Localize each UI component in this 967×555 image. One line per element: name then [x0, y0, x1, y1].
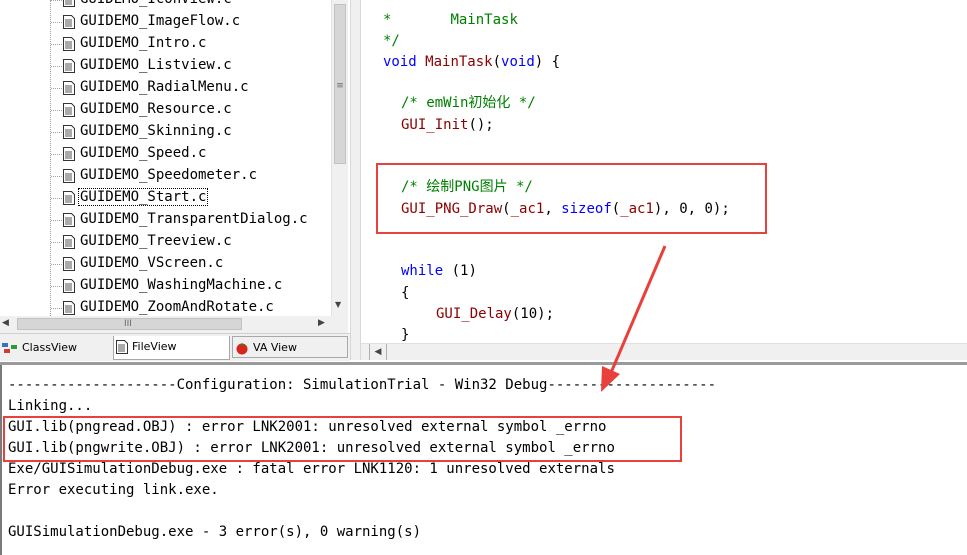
c-file-icon: [63, 301, 75, 315]
file-name: GUIDEMO_WashingMachine.c: [80, 277, 283, 293]
code-line: GUI_Delay(10);: [436, 306, 555, 322]
file-name: GUIDEMO_Resource.c: [80, 101, 232, 117]
code-line: */: [383, 33, 400, 49]
code-line: while (1): [401, 263, 477, 279]
code-line: * MainTask: [383, 12, 518, 28]
output-line: Linking...: [8, 398, 93, 414]
scroll-left-arrow-icon[interactable]: ◀: [2, 318, 9, 328]
output-summary-line: GUISimulationDebug.exe - 3 error(s), 0 w…: [8, 524, 422, 540]
output-line: Exe/GUISimulationDebug.exe : fatal error…: [8, 461, 615, 477]
fileview-icon: [116, 340, 128, 354]
workspace-tabs: ClassView FileView VA View: [0, 333, 350, 361]
file-name: GUIDEMO_IconView.c: [78, 0, 234, 8]
scroll-thumb[interactable]: III: [17, 318, 242, 330]
code-line: {: [401, 285, 410, 301]
c-file-icon: [63, 103, 75, 117]
output-error-line: GUI.lib(pngwrite.OBJ) : error LNK2001: u…: [8, 440, 615, 456]
code-editor[interactable]: * MainTask */ void MainTask(void) { /* e…: [361, 0, 967, 343]
file-name: GUIDEMO_TransparentDialog.c: [80, 211, 308, 227]
file-name: GUIDEMO_ImageFlow.c: [80, 13, 241, 29]
grip-icon: III: [124, 319, 132, 329]
code-line: GUI_PNG_Draw(_ac1, sizeof(_ac1), 0, 0);: [401, 201, 730, 217]
tab-label: ClassView: [22, 341, 78, 354]
c-file-icon: [63, 257, 75, 271]
panel-edge: [0, 365, 2, 555]
output-line: --------------------Configuration: Simul…: [8, 377, 717, 393]
tree-guide-line: [50, 0, 51, 316]
file-name: GUIDEMO_Start.c: [78, 188, 209, 206]
tab-classview[interactable]: ClassView: [0, 337, 110, 359]
file-name: GUIDEMO_Skinning.c: [80, 123, 232, 139]
file-tree: GUIDEMO_IconView.c GUIDEMO_ImageFlow.c G…: [0, 0, 348, 316]
tree-horizontal-scrollbar[interactable]: ◀ III ▶: [0, 316, 331, 333]
scroll-down-arrow-icon[interactable]: ▼: [335, 300, 341, 309]
file-name: GUIDEMO_VScreen.c: [80, 255, 224, 271]
tab-label: FileView: [132, 340, 177, 353]
tab-label: VA View: [253, 341, 297, 354]
file-name: GUIDEMO_RadialMenu.c: [80, 79, 249, 95]
file-name: GUIDEMO_Treeview.c: [80, 233, 232, 249]
output-line: Error executing link.exe.: [8, 482, 219, 498]
file-name: GUIDEMO_Intro.c: [80, 35, 207, 51]
output-error-line: GUI.lib(pngread.OBJ) : error LNK2001: un…: [8, 419, 607, 435]
code-line: void MainTask(void) {: [383, 54, 561, 70]
c-file-icon: [63, 125, 75, 139]
c-file-icon: [63, 213, 75, 227]
code-comment: /* emWin初始化 */: [401, 95, 536, 111]
classview-icon: [2, 343, 17, 353]
c-file-icon: [63, 15, 75, 29]
scrollbar-corner: [331, 316, 348, 333]
pane-splitter[interactable]: [350, 0, 361, 360]
scroll-thumb[interactable]: ≡: [334, 4, 346, 164]
tab-fileview[interactable]: FileView: [113, 336, 230, 360]
file-name: GUIDEMO_ZoomAndRotate.c: [80, 299, 274, 315]
code-line: GUI_Init();: [401, 117, 494, 133]
tomato-icon: [236, 342, 248, 355]
code-line: }: [401, 327, 410, 343]
editor-horizontal-scrollbar[interactable]: ◀: [361, 343, 967, 360]
scroll-right-arrow-icon[interactable]: ▶: [318, 318, 325, 328]
c-file-icon: [63, 169, 75, 183]
scroll-left-arrow-icon[interactable]: ◀: [369, 344, 387, 360]
c-file-icon: [63, 279, 75, 293]
file-name: GUIDEMO_Listview.c: [80, 57, 232, 73]
file-name: GUIDEMO_Speedometer.c: [80, 167, 258, 183]
c-file-icon: [63, 235, 75, 249]
build-output-panel[interactable]: --------------------Configuration: Simul…: [0, 362, 967, 555]
code-comment: /* 绘制PNG图片 */: [401, 179, 533, 195]
c-file-icon: [63, 147, 75, 161]
file-name: GUIDEMO_Speed.c: [80, 145, 207, 161]
c-file-icon: [63, 0, 75, 7]
c-file-icon: [63, 81, 75, 95]
tree-vertical-scrollbar[interactable]: ≡ ▼: [331, 0, 348, 316]
grip-icon: ≡: [336, 81, 344, 91]
c-file-icon: [63, 191, 75, 205]
tab-vaview[interactable]: VA View: [232, 336, 348, 358]
c-file-icon: [63, 37, 75, 51]
c-file-icon: [63, 59, 75, 73]
